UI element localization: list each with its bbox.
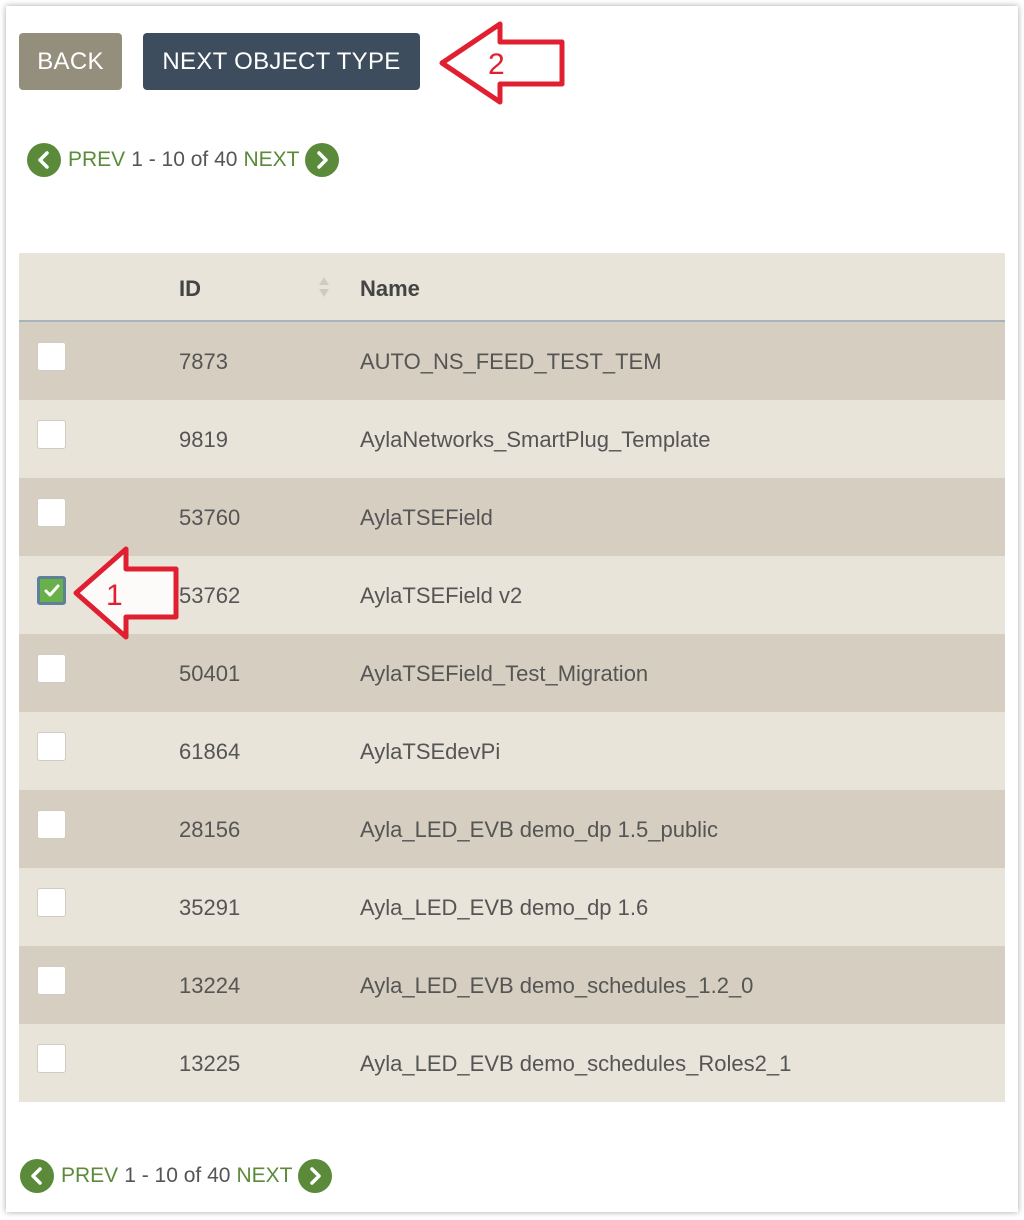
annotation-arrow-1: 1: [73, 546, 179, 640]
annotation-2-label: 2: [488, 48, 505, 81]
cell-id: 7873: [179, 349, 228, 374]
cell-id: 28156: [179, 817, 241, 842]
table-row[interactable]: 9819 AylaNetworks_SmartPlug_Template: [19, 400, 1005, 478]
row-checkbox-checked[interactable]: [37, 576, 66, 605]
cell-id: 50401: [179, 661, 241, 686]
table-row[interactable]: 61864 AylaTSEdevPi: [19, 712, 1005, 790]
row-checkbox[interactable]: [37, 888, 66, 917]
row-checkbox[interactable]: [37, 342, 66, 371]
cell-id: 9819: [179, 427, 228, 452]
cell-name: Ayla_LED_EVB demo_schedules_Roles2_1: [360, 1051, 792, 1076]
pager-range: 1 - 10 of 40: [131, 148, 238, 171]
cell-id: 13224: [179, 973, 241, 998]
cell-name: Ayla_LED_EVB demo_dp 1.6: [360, 895, 649, 920]
row-checkbox[interactable]: [37, 732, 66, 761]
table-row[interactable]: 50401 AylaTSEField_Test_Migration: [19, 634, 1005, 712]
chevron-left-circle-icon[interactable]: [20, 1159, 54, 1193]
pager-prev-link[interactable]: PREV: [61, 1164, 118, 1188]
table-row[interactable]: 13225 Ayla_LED_EVB demo_schedules_Roles2…: [19, 1024, 1005, 1102]
cell-name: AylaTSEField_Test_Migration: [360, 661, 649, 686]
row-checkbox[interactable]: [37, 654, 66, 683]
cell-name: AUTO_NS_FEED_TEST_TEM: [360, 349, 662, 374]
table-row[interactable]: 28156 Ayla_LED_EVB demo_dp 1.5_public: [19, 790, 1005, 868]
pager-range: 1 - 10 of 40: [124, 1164, 231, 1187]
row-checkbox[interactable]: [37, 420, 66, 449]
pager-bottom: PREV 1 - 10 of 40 NEXT: [20, 1159, 333, 1193]
row-checkbox[interactable]: [37, 1044, 66, 1073]
cell-name: AylaTSEdevPi: [360, 739, 501, 764]
cell-id: 53760: [179, 505, 241, 530]
cell-name: AylaNetworks_SmartPlug_Template: [360, 427, 711, 452]
table-row[interactable]: 35291 Ayla_LED_EVB demo_dp 1.6: [19, 868, 1005, 946]
annotation-arrow-2: 2: [439, 21, 565, 105]
chevron-right-circle-icon[interactable]: [305, 143, 340, 177]
cell-name: AylaTSEField: [360, 505, 493, 530]
cell-id: 53762: [179, 583, 241, 608]
next-object-type-button[interactable]: NEXT OBJECT TYPE: [143, 33, 420, 90]
cell-name: Ayla_LED_EVB demo_dp 1.5_public: [360, 817, 718, 842]
annotation-1-label: 1: [106, 579, 123, 612]
row-checkbox[interactable]: [37, 966, 66, 995]
check-icon: [44, 584, 59, 596]
table-header: ID Name: [19, 253, 1005, 322]
table-row[interactable]: 7873 AUTO_NS_FEED_TEST_TEM: [19, 322, 1005, 400]
sort-icon[interactable]: [317, 275, 331, 304]
table-row[interactable]: 13224 Ayla_LED_EVB demo_schedules_1.2_0: [19, 946, 1005, 1024]
pager-prev-link[interactable]: PREV: [68, 148, 125, 172]
row-checkbox[interactable]: [37, 498, 66, 527]
cell-name: AylaTSEField v2: [360, 583, 523, 608]
pager-next-link[interactable]: NEXT: [236, 1164, 292, 1188]
row-checkbox[interactable]: [37, 810, 66, 839]
pager-top: PREV 1 - 10 of 40 NEXT: [27, 143, 340, 177]
cell-id: 13225: [179, 1051, 241, 1076]
column-header-name[interactable]: Name: [360, 276, 420, 302]
object-type-table: ID Name 7873 AUTO_NS_FEED_TEST_TEM 9819 …: [19, 253, 1005, 1102]
cell-name: Ayla_LED_EVB demo_schedules_1.2_0: [360, 973, 754, 998]
cell-id: 61864: [179, 739, 241, 764]
chevron-left-circle-icon[interactable]: [27, 143, 61, 177]
pager-next-link[interactable]: NEXT: [243, 148, 299, 172]
cell-id: 35291: [179, 895, 241, 920]
column-header-id[interactable]: ID: [179, 276, 201, 302]
back-button[interactable]: BACK: [19, 33, 122, 90]
chevron-right-circle-icon[interactable]: [298, 1159, 333, 1193]
